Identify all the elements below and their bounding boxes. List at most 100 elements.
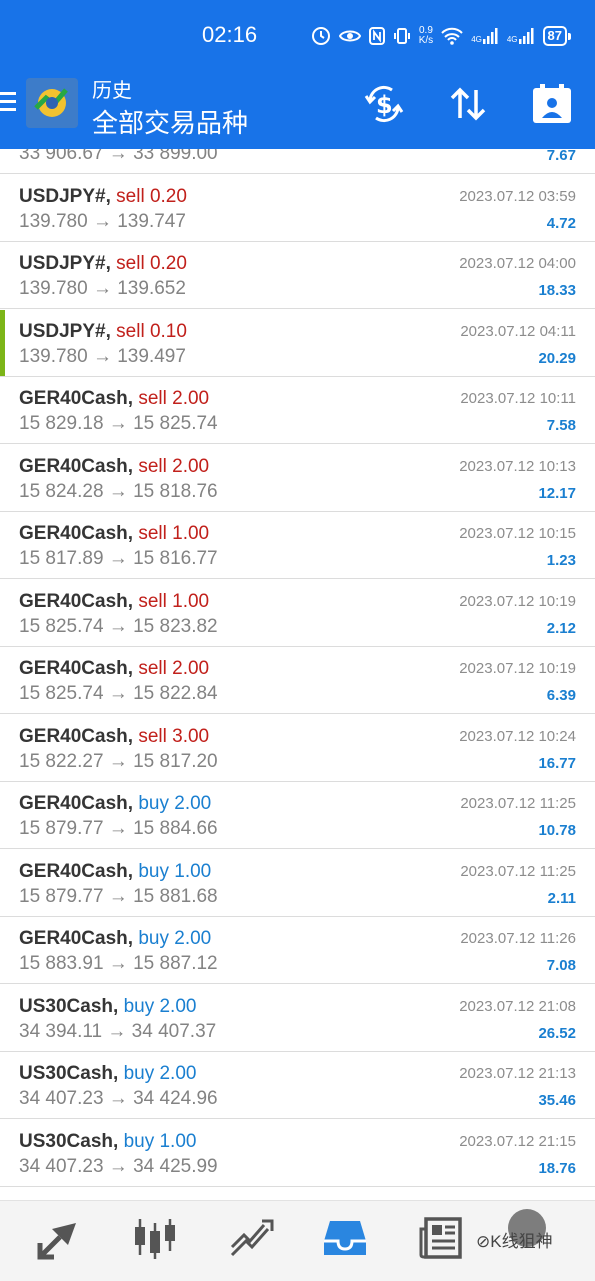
- history-icon: [324, 1221, 366, 1255]
- trade-title: USDJPY#, sell 0.20: [19, 186, 187, 208]
- trade-profit: 7.08: [546, 957, 576, 974]
- currency-exchange-button[interactable]: $: [362, 82, 406, 126]
- trade-type: sell: [116, 185, 145, 207]
- trade-symbol: US30Cash,: [19, 1063, 119, 1084]
- trade-prices: 34 394.11 → 34 407.37: [19, 1020, 217, 1042]
- trade-side: buy 2.00: [138, 793, 211, 814]
- trade-symbol: USDJPY#,: [19, 320, 111, 342]
- trade-title: GER40Cash, sell 2.00: [19, 456, 209, 478]
- trade-type: buy: [138, 793, 169, 814]
- trade-row[interactable]: GER40Cash, sell 2.00 15 824.28 → 15 818.7…: [0, 444, 595, 512]
- trade-row[interactable]: USDJPY#, sell 0.20 139.780 → 139.747 2023.…: [0, 174, 595, 242]
- trade-time: 2023.07.12 10:24: [459, 727, 576, 745]
- trade-time: 2023.07.12 10:19: [459, 592, 576, 610]
- trade-profit: 2.11: [547, 889, 576, 907]
- bottom-nav: ⊘K线狙神: [0, 1200, 595, 1281]
- trade-title: US30Cash, buy 2.00: [19, 1063, 196, 1085]
- nav-chart[interactable]: [132, 1215, 178, 1261]
- trade-profit: 12.17: [538, 484, 576, 502]
- trade-time: 2023.07.12 04:00: [459, 255, 576, 272]
- trade-title: GER40Cash, sell 1.00: [19, 523, 209, 545]
- trade-volume: 2.00: [172, 455, 210, 477]
- trade-row[interactable]: GER40Cash, sell 3.00 15 822.27 → 15 817.2…: [0, 714, 595, 782]
- trade-row[interactable]: GER40Cash, buy 2.00 15 879.77 → 15 884.66…: [0, 782, 595, 849]
- trade-volume: 1.00: [172, 590, 210, 612]
- trade-row[interactable]: USDJPY#, sell 0.10 139.780 → 139.497 2023.…: [0, 309, 595, 377]
- trade-type: sell: [116, 253, 145, 274]
- trade-side: sell 2.00: [138, 658, 209, 679]
- trade-symbol: GER40Cash,: [19, 523, 134, 544]
- trade-volume: 2.00: [174, 793, 212, 814]
- eye-icon: [338, 30, 361, 42]
- trade-row[interactable]: US30Cash, sell 1.0033 906.67 → 33 899.00…: [0, 149, 595, 174]
- trade-row[interactable]: GER40Cash, sell 2.00 15 829.18 → 15 825.7…: [0, 377, 595, 444]
- trade-side: sell 3.00: [138, 726, 209, 747]
- trade-symbol: GER40Cash,: [19, 928, 134, 949]
- trade-row[interactable]: GER40Cash, sell 1.00 15 825.74 → 15 823.8…: [0, 579, 595, 647]
- trade-symbol: GER40Cash,: [19, 725, 134, 747]
- trade-side: buy 1.00: [138, 861, 211, 882]
- trade-side: buy 2.00: [124, 996, 197, 1017]
- trade-time: 2023.07.12 10:13: [459, 457, 576, 475]
- trade-row[interactable]: US30Cash, buy 1.00 34 407.23 → 34 425.99 2…: [0, 1119, 595, 1187]
- nav-quotes[interactable]: [36, 1215, 82, 1261]
- history-list[interactable]: US30Cash, sell 1.00 33 906.67 → 33 899.00…: [0, 149, 595, 1199]
- header-title[interactable]: 全部交易品种: [92, 103, 248, 140]
- trade-symbol: GER40Cash,: [19, 658, 134, 679]
- nav-news[interactable]: [418, 1215, 464, 1261]
- trade-title: USDJPY#, sell 0.10: [19, 321, 187, 343]
- trade-row[interactable]: USDJPY#, sell 0.20 139.780 → 139.652 2023.…: [0, 242, 595, 309]
- trade-volume: 0.10: [149, 320, 187, 342]
- trade-symbol: GER40Cash,: [19, 590, 134, 612]
- trade-side: sell 1.00: [138, 523, 209, 544]
- trade-prices: 33 906.67 → 33 899.00: [19, 149, 218, 164]
- trade-prices: 15 883.91 → 15 887.12: [19, 953, 218, 974]
- trade-time: 2023.07.12 10:19: [459, 660, 576, 677]
- trade-side: sell 2.00: [138, 456, 209, 477]
- trade-title: GER40Cash, buy 2.00: [19, 928, 211, 950]
- trade-profit: 18.33: [538, 282, 576, 299]
- trade-volume: 2.00: [174, 928, 212, 949]
- trade-side: sell 1.00: [138, 591, 209, 612]
- trade-row[interactable]: US30Cash, buy 2.00 34 394.11 → 34 407.37 2…: [0, 984, 595, 1052]
- trade-time: 2023.07.12 21:15: [459, 1132, 576, 1150]
- cell-signal-icon: [482, 28, 498, 44]
- news-icon: [419, 1217, 462, 1259]
- trade-volume: 1.00: [174, 860, 212, 882]
- trade-type: sell: [138, 658, 167, 679]
- signal-2-label: 4G: [506, 35, 518, 44]
- net-speed: 0.9 K/s: [419, 26, 433, 46]
- trade-title: GER40Cash, buy 1.00: [19, 861, 211, 883]
- trade-icon: [230, 1219, 274, 1257]
- trade-row[interactable]: GER40Cash, sell 2.00 15 825.74 → 15 822.8…: [0, 647, 595, 714]
- trade-row[interactable]: US30Cash, buy 2.00 34 407.23 → 34 424.96 2…: [0, 1052, 595, 1119]
- trade-volume: 2.00: [172, 658, 210, 679]
- trade-profit: 6.39: [546, 687, 576, 704]
- trade-prices: 34 407.23 → 34 424.96: [19, 1088, 218, 1109]
- sort-button[interactable]: [446, 82, 490, 126]
- trade-title: GER40Cash, sell 1.00: [19, 591, 209, 613]
- trade-profit: 2.12: [546, 619, 576, 637]
- trade-row[interactable]: GER40Cash, buy 1.00 15 879.77 → 15 881.68…: [0, 849, 595, 917]
- trade-row[interactable]: GER40Cash, sell 1.00 15 817.89 → 15 816.7…: [0, 512, 595, 579]
- trade-volume: 3.00: [172, 725, 210, 747]
- nav-history[interactable]: [322, 1215, 368, 1261]
- trade-type: sell: [116, 320, 145, 342]
- trade-profit: 4.72: [546, 214, 576, 232]
- trade-title: GER40Cash, buy 2.00: [19, 793, 211, 815]
- nav-trade[interactable]: [228, 1215, 274, 1261]
- trade-side: buy 2.00: [138, 928, 211, 949]
- period-button[interactable]: [530, 82, 574, 126]
- trade-prices: 139.780 → 139.497: [19, 345, 186, 367]
- battery-icon: 87: [542, 26, 571, 46]
- trade-row[interactable]: GER40Cash, buy 2.00 15 883.91 → 15 887.12…: [0, 917, 595, 984]
- app-logo: [26, 78, 78, 128]
- menu-icon[interactable]: [0, 92, 16, 114]
- trade-side: sell 0.10: [116, 321, 187, 342]
- currency-exchange-icon: $: [364, 85, 404, 123]
- trade-volume: 1.00: [172, 523, 210, 544]
- cell-signal-icon: [518, 28, 534, 44]
- trade-side: sell 0.20: [116, 253, 187, 274]
- trade-prices: 15 825.74 → 15 823.82: [19, 615, 218, 637]
- trade-volume: 1.00: [159, 1130, 197, 1152]
